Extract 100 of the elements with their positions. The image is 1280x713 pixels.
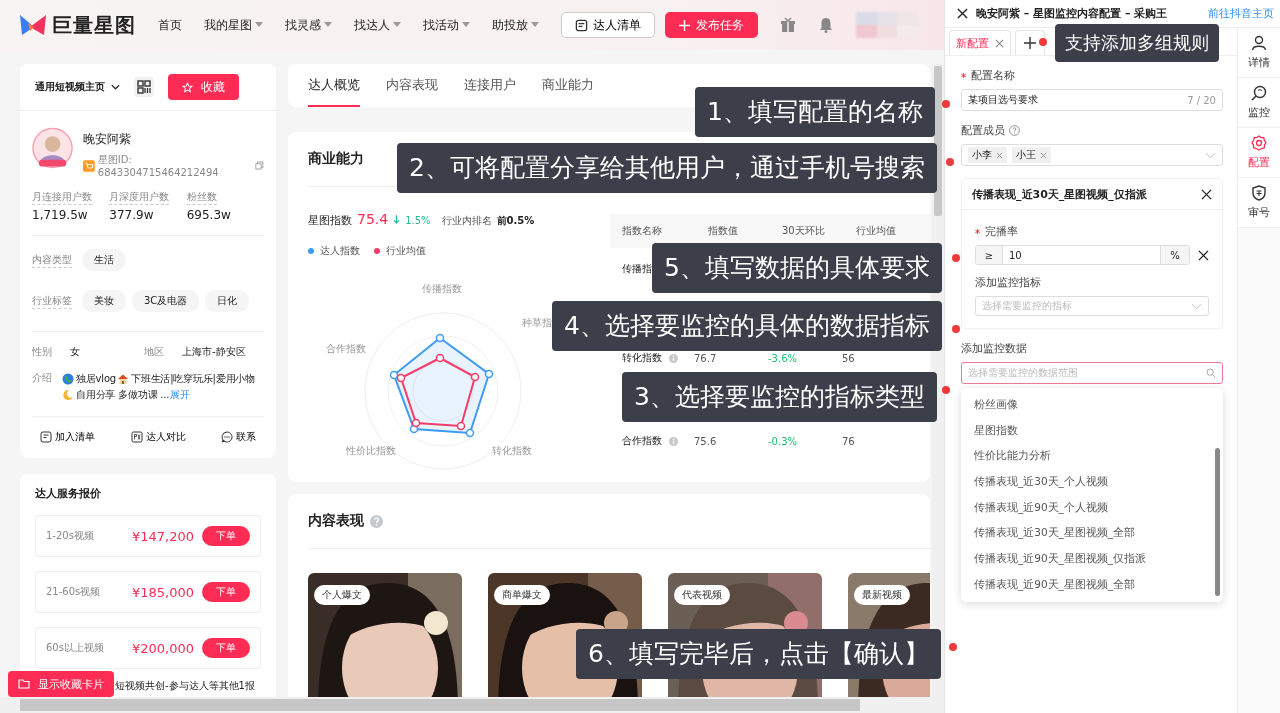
nav-menu-item[interactable]: 找活动 — [423, 16, 470, 34]
tag: 日化 — [205, 290, 250, 312]
config-name-field[interactable]: 某项目选号要求 7 / 20 — [961, 89, 1223, 111]
show-favorites-button[interactable]: 显示收藏卡片 — [8, 671, 114, 697]
index-value: 75.4 — [357, 211, 389, 227]
price-value: ¥147,200 — [131, 528, 194, 544]
index-change: 1.5% — [405, 215, 431, 226]
intro-text: 独居vlog — [76, 372, 116, 386]
dropdown-option[interactable]: 性价比能力分析 — [961, 443, 1223, 470]
field-label: 配置成员 — [961, 123, 1005, 138]
page-select[interactable]: 通用短视频主页 — [35, 80, 120, 94]
side-tab[interactable]: 详情 — [1238, 28, 1280, 78]
data-point — [435, 333, 445, 343]
copy-icon[interactable] — [255, 161, 264, 170]
caret-icon — [393, 22, 401, 28]
members-select[interactable]: 小李 小王 — [961, 144, 1223, 166]
order-button[interactable]: 下单 — [202, 638, 250, 658]
content-tab[interactable]: 连接用户 — [464, 64, 516, 107]
nav-menu-item[interactable]: 找灵感 — [285, 16, 332, 34]
side-tab[interactable]: 配置 — [1238, 128, 1280, 178]
nav-menu-item[interactable]: 找达人 — [354, 16, 401, 34]
side-tab[interactable]: 审号 — [1238, 178, 1280, 228]
data-point — [389, 370, 399, 380]
favorite-button[interactable]: 收藏 — [168, 74, 239, 100]
section-title: 商业能力 — [308, 150, 364, 168]
nav-menu-item[interactable]: 我的星图 — [204, 16, 263, 34]
info-icon[interactable] — [669, 353, 678, 363]
dropdown-option[interactable]: 传播表现_近90天_个人视频 — [961, 494, 1223, 521]
chevron-down-icon — [1205, 151, 1216, 159]
nav-menu-item[interactable]: 首页 — [158, 16, 182, 34]
help-icon[interactable] — [370, 514, 383, 528]
dropdown-option[interactable]: 传播表现_近30天_星图视频_全部 — [961, 520, 1223, 547]
column-header: 30天环比 — [782, 224, 826, 238]
globe-icon — [62, 373, 74, 385]
placeholder-text: 选择需要监控的数据范围 — [968, 366, 1078, 380]
expand-link[interactable]: 展开 — [170, 387, 191, 403]
rank-label: 行业内排名 — [441, 214, 492, 228]
dropdown-option[interactable]: 传播表现_近30天_个人视频 — [961, 469, 1223, 495]
bell-icon[interactable] — [818, 17, 834, 33]
remove-icon[interactable] — [1040, 151, 1047, 159]
intro-label: 介绍 — [32, 371, 53, 385]
douyin-home-link[interactable]: 前往抖音主页 — [1208, 6, 1274, 21]
dropdown-option[interactable]: 传播表现_近90天_星图视频_全部 — [961, 571, 1223, 598]
intro-text: 自用分享 多做功课 ... — [76, 388, 170, 402]
table-cell-text: -0.3% — [768, 435, 798, 447]
table-cell-text: 76 — [842, 435, 856, 447]
tooltip-callout: 3、选择要监控的指标类型 — [622, 372, 937, 422]
radar-axis-label: 种草指 — [522, 316, 552, 330]
publish-button[interactable]: 发布任务 — [665, 12, 758, 38]
action-button[interactable]: 联系 — [221, 430, 256, 444]
close-icon[interactable] — [957, 8, 968, 19]
table-cell-text: -3.6% — [768, 352, 798, 364]
member-tag[interactable]: 小王 — [1012, 147, 1051, 163]
help-icon[interactable] — [1009, 125, 1020, 136]
dropdown-option[interactable]: 传播表现_近90天_星图视频_仅指派 — [961, 546, 1223, 572]
dropdown-option[interactable]: 星图指数 — [961, 417, 1223, 444]
stat-label: 月深度用户数 — [109, 190, 170, 205]
person-icon — [1251, 35, 1267, 51]
price-value: ¥200,000 — [131, 640, 194, 656]
radar-axis-label: 合作指数 — [326, 342, 366, 356]
config-tab[interactable]: 新配置 — [949, 30, 1011, 55]
nav-menu-item[interactable]: 助投放 — [492, 16, 539, 34]
radar-axis-label: 转化指数 — [492, 444, 532, 458]
stat-value: 377.9w — [109, 208, 155, 222]
video-length-label: 1-20s视频 — [46, 529, 95, 543]
search-icon — [1251, 85, 1267, 101]
data-point — [435, 353, 445, 363]
order-button[interactable]: 下单 — [202, 526, 250, 546]
fact-label: 性别 — [32, 345, 53, 359]
data-point — [411, 418, 421, 428]
gift-icon[interactable] — [780, 17, 796, 33]
qr-code-icon[interactable] — [134, 77, 154, 97]
content-tab[interactable]: 商业能力 — [542, 64, 594, 107]
logo-text[interactable]: 巨量星图 — [52, 11, 136, 39]
tag: 3C及电器 — [132, 290, 200, 312]
scrollbar[interactable] — [1215, 448, 1220, 596]
close-icon[interactable] — [1201, 188, 1212, 200]
placeholder-text: 选择需要监控的指标 — [982, 299, 1072, 313]
content-tab[interactable]: 达人概览 — [308, 64, 360, 107]
remove-icon[interactable] — [996, 151, 1003, 159]
plus-icon — [679, 19, 690, 31]
side-tab[interactable]: 监控 — [1238, 78, 1280, 128]
action-button[interactable]: 达人对比 — [130, 430, 186, 444]
list-button[interactable]: 达人清单 — [561, 12, 655, 38]
chevron-down-icon — [111, 84, 120, 90]
star-icon — [182, 81, 193, 93]
settings-icon — [1251, 135, 1267, 151]
order-button[interactable]: 下单 — [202, 582, 250, 602]
close-icon[interactable] — [1198, 249, 1209, 261]
data-point — [456, 421, 466, 431]
logo-icon[interactable] — [18, 13, 48, 37]
content-tab[interactable]: 内容表现 — [386, 64, 438, 107]
tooltip-callout: 2、可将配置分享给其他用户，通过手机号搜索 — [397, 143, 937, 193]
info-icon[interactable] — [669, 436, 678, 446]
horizontal-scrollbar[interactable] — [0, 697, 944, 713]
search-icon — [1206, 368, 1216, 378]
dropdown-option[interactable]: 粉丝画像 — [961, 392, 1223, 418]
intro-text: 下班生活|吃穿玩乐|爱用小物 — [130, 372, 255, 387]
member-tag[interactable]: 小李 — [968, 147, 1007, 163]
action-button[interactable]: 加入清单 — [40, 430, 95, 444]
